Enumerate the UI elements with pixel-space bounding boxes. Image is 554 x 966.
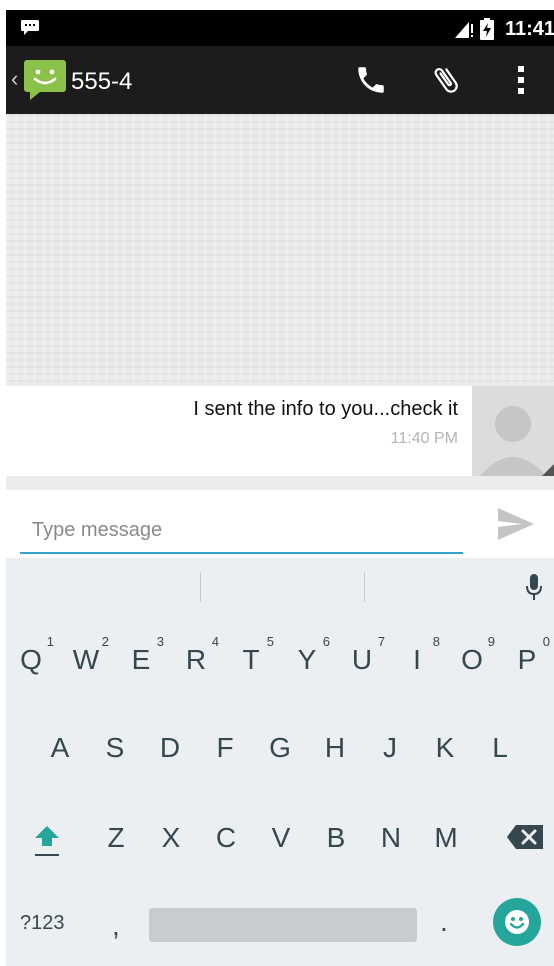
- key-p[interactable]: P0: [502, 630, 552, 690]
- message-bubble[interactable]: I sent the info to you...check it 11:40 …: [6, 386, 472, 476]
- status-bar: 11:41: [6, 10, 554, 46]
- key-r[interactable]: R4: [171, 630, 221, 690]
- key-t[interactable]: T5: [226, 630, 276, 690]
- blurred-message-history: [6, 114, 554, 382]
- key-e[interactable]: E3: [116, 630, 166, 690]
- message-notification-icon: [21, 20, 39, 35]
- call-button[interactable]: [351, 60, 391, 100]
- key-a[interactable]: A: [35, 718, 85, 778]
- soft-keyboard: Q1 W2 E3 R4 T5 Y6 U7 I8 O9 P0 A S D F G …: [6, 558, 554, 966]
- overflow-menu-icon: [518, 66, 524, 94]
- key-u[interactable]: U7: [337, 630, 387, 690]
- key-o[interactable]: O9: [447, 630, 497, 690]
- action-bar: ‹ 555-4: [6, 46, 554, 114]
- backspace-icon[interactable]: [506, 824, 544, 850]
- battery-charging-icon: [480, 18, 494, 40]
- default-avatar-icon: [472, 386, 554, 476]
- space-bar[interactable]: [149, 908, 417, 942]
- symbols-key[interactable]: ?123: [20, 912, 65, 935]
- key-j[interactable]: J: [365, 718, 415, 778]
- suggestion-divider: [200, 572, 201, 602]
- compose-bar: [6, 490, 554, 558]
- key-d[interactable]: D: [145, 718, 195, 778]
- key-n[interactable]: N: [366, 808, 416, 868]
- key-y[interactable]: Y6: [282, 630, 332, 690]
- contact-avatar[interactable]: [472, 386, 554, 476]
- key-i[interactable]: I8: [392, 630, 442, 690]
- message-text: I sent the info to you...check it: [193, 398, 458, 420]
- suggestion-divider: [364, 572, 365, 602]
- key-l[interactable]: L: [475, 718, 525, 778]
- message-timestamp: 11:40 PM: [390, 430, 458, 447]
- comma-key[interactable]: ,: [112, 910, 120, 942]
- paperclip-icon: [434, 68, 458, 93]
- suggestion-strip[interactable]: [6, 558, 554, 616]
- shift-key-icon[interactable]: [32, 820, 62, 860]
- key-k[interactable]: K: [420, 718, 470, 778]
- contact-name: 555-4: [71, 68, 133, 95]
- key-g[interactable]: G: [255, 718, 305, 778]
- key-x[interactable]: X: [146, 808, 196, 868]
- key-f[interactable]: F: [200, 718, 250, 778]
- attach-button[interactable]: [426, 60, 466, 100]
- key-h[interactable]: H: [310, 718, 360, 778]
- key-b[interactable]: B: [311, 808, 361, 868]
- back-chevron-icon[interactable]: ‹: [11, 66, 18, 92]
- key-m[interactable]: M: [421, 808, 471, 868]
- key-z[interactable]: Z: [91, 808, 141, 868]
- messaging-app-icon[interactable]: [22, 56, 68, 102]
- send-icon[interactable]: [496, 506, 536, 542]
- phone-icon: [358, 67, 384, 93]
- key-s[interactable]: S: [90, 718, 140, 778]
- message-input[interactable]: [20, 508, 463, 554]
- signal-icon: [455, 22, 473, 38]
- status-time: 11:41: [505, 18, 554, 40]
- overflow-menu-button[interactable]: [501, 60, 541, 100]
- key-q[interactable]: Q1: [6, 630, 56, 690]
- key-w[interactable]: W2: [61, 630, 111, 690]
- microphone-icon[interactable]: [524, 572, 544, 602]
- emoji-key[interactable]: [493, 898, 541, 946]
- key-c[interactable]: C: [201, 808, 251, 868]
- smiley-icon: [505, 910, 529, 934]
- key-v[interactable]: V: [256, 808, 306, 868]
- period-key[interactable]: .: [440, 906, 448, 938]
